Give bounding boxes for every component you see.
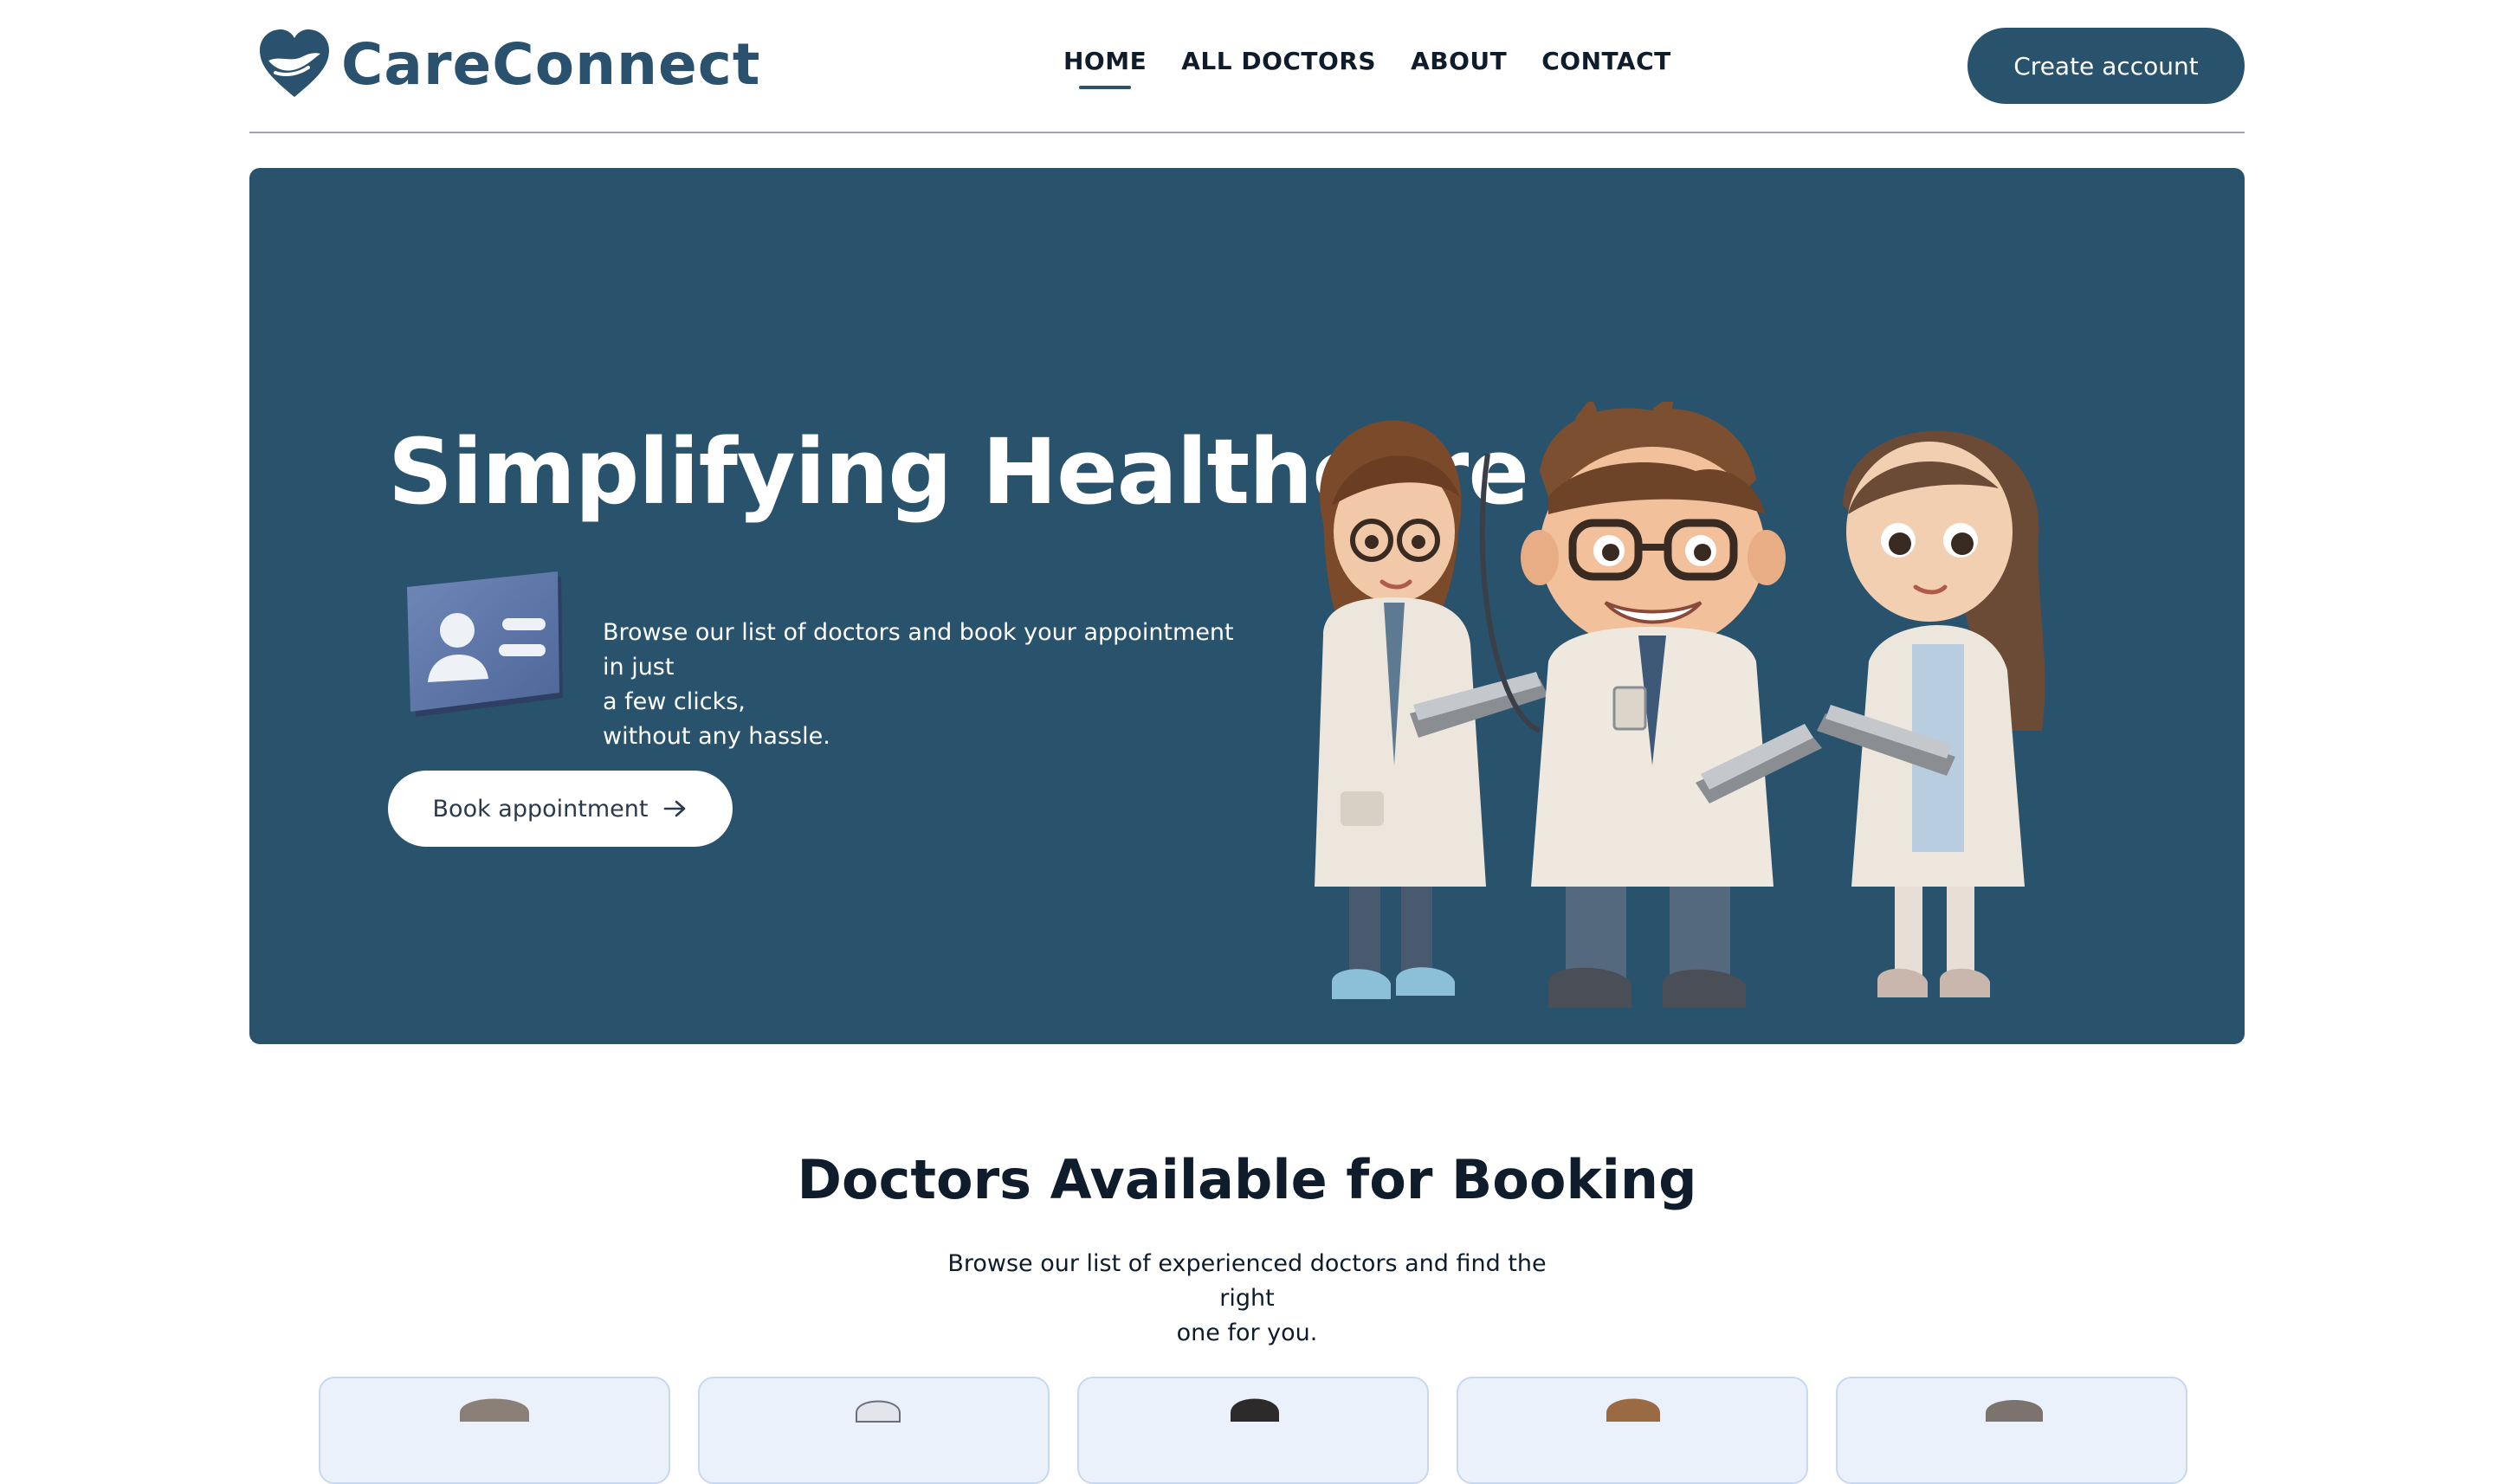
id-card-icon [407, 571, 563, 717]
doctor-photo [1231, 1398, 1279, 1422]
doctor-left-figure [1315, 420, 1548, 999]
doctor-photo [460, 1398, 529, 1422]
hero-description: Browse our list of doctors and book your… [603, 616, 1261, 754]
heart-logo-icon [260, 29, 329, 97]
nav-home[interactable]: HOME [1063, 47, 1147, 89]
nav-all-doctors[interactable]: ALL DOCTORS [1181, 47, 1376, 89]
page: CareConnect HOME ALL DOCTORS ABOUT CONTA… [0, 0, 2494, 1484]
doctor-middle-figure [1479, 402, 1822, 1008]
doctor-right-figure [1817, 430, 2045, 997]
doctor-card[interactable] [1457, 1377, 1808, 1484]
doctor-card[interactable] [1077, 1377, 1429, 1484]
main-nav: HOME ALL DOCTORS ABOUT CONTACT [1063, 47, 1671, 89]
section-subtitle-line: Browse our list of experienced doctors a… [947, 1250, 1547, 1312]
brand-name: CareConnect [341, 30, 761, 98]
hero-description-line: without any hassle. [603, 723, 830, 750]
doctor-card[interactable] [1836, 1377, 2187, 1484]
doctor-card[interactable] [319, 1377, 670, 1484]
doctors-illustration [1315, 402, 2045, 1008]
hero-banner: Simplifying Healthcare Browse our list o… [249, 168, 2245, 1044]
nav-about[interactable]: ABOUT [1411, 47, 1507, 89]
doctor-photo [1986, 1400, 2043, 1422]
book-appointment-label: Book appointment [432, 795, 649, 823]
section-subtitle-line: one for you. [1176, 1319, 1318, 1346]
section-subtitle: Browse our list of experienced doctors a… [944, 1247, 1550, 1351]
navbar: CareConnect HOME ALL DOCTORS ABOUT CONTA… [249, 0, 2245, 133]
hero-description-line: Browse our list of doctors and book your… [603, 619, 1234, 681]
doctor-photo [1606, 1398, 1660, 1422]
book-appointment-button[interactable]: Book appointment [388, 771, 733, 847]
create-account-button[interactable]: Create account [1967, 28, 2245, 104]
section-title: Doctors Available for Booking [797, 1148, 1697, 1211]
nav-contact[interactable]: CONTACT [1541, 47, 1671, 89]
doctor-cards-row [319, 1377, 2187, 1484]
doctor-card[interactable] [698, 1377, 1050, 1484]
brand-logo[interactable]: CareConnect [256, 26, 760, 102]
doctor-photo [856, 1400, 901, 1423]
arrow-right-icon [664, 800, 686, 817]
hero-description-line: a few clicks, [603, 688, 746, 715]
